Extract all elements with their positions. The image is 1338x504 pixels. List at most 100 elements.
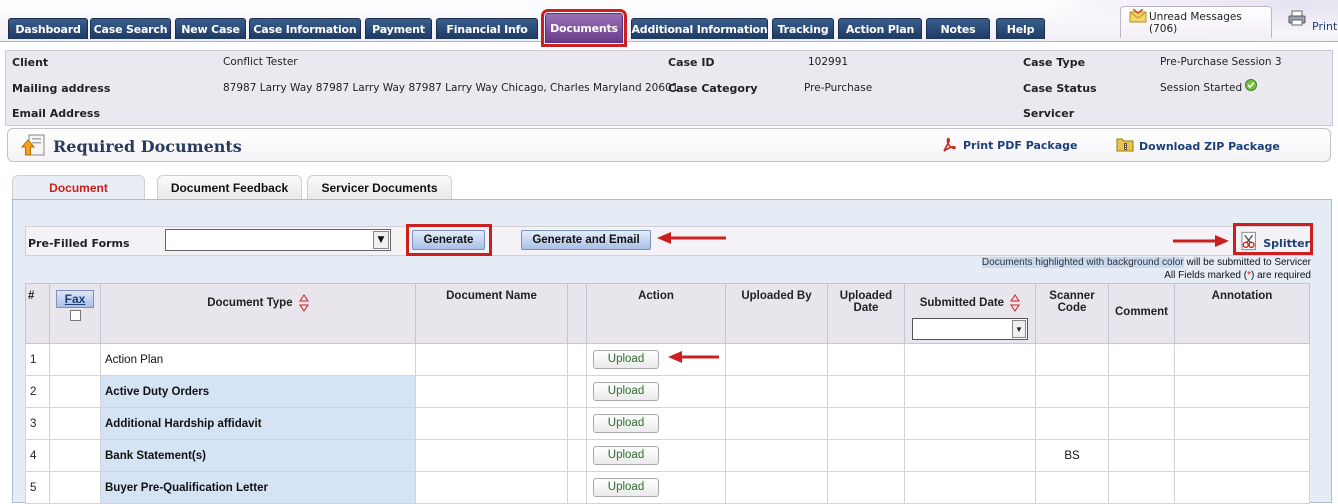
row-comment bbox=[1108, 375, 1175, 408]
servicer-highlight-note: Documents highlighted with background co… bbox=[981, 257, 1311, 268]
row-fax-cell bbox=[49, 343, 101, 376]
case-id-label: Case ID bbox=[668, 56, 715, 69]
submitted-date-sort-icon[interactable] bbox=[1010, 294, 1021, 312]
unread-messages-tab[interactable]: Unread Messages (706) bbox=[1120, 6, 1272, 38]
print-link[interactable]: Print bbox=[1288, 10, 1337, 33]
table-row: 2 Active Duty Orders Upload bbox=[25, 375, 1310, 408]
nav-tab-tracking[interactable]: Tracking bbox=[772, 18, 834, 39]
nav-tab-new-case[interactable]: New Case bbox=[175, 18, 246, 39]
annotation-highlight-generate bbox=[406, 224, 492, 256]
row-fax-cell bbox=[49, 375, 101, 408]
row-annotation bbox=[1174, 343, 1310, 376]
submitted-date-header-label: Submitted Date bbox=[919, 297, 1005, 310]
download-zip-package-link[interactable]: Download ZIP Package bbox=[1116, 135, 1280, 153]
column-header-fax[interactable]: Fax bbox=[49, 283, 101, 344]
column-header-action: Action bbox=[586, 283, 726, 344]
chevron-down-icon[interactable]: ▼ bbox=[1012, 320, 1026, 338]
status-check-icon bbox=[1245, 79, 1258, 91]
print-pdf-package-label[interactable]: Print PDF Package bbox=[963, 139, 1078, 152]
row-fax-cell bbox=[49, 471, 101, 504]
email-address-label: Email Address bbox=[12, 107, 101, 120]
row-annotation bbox=[1174, 407, 1310, 440]
upload-button[interactable]: Upload bbox=[593, 350, 659, 369]
row-uploaded-by bbox=[725, 375, 828, 408]
nav-tab-case-information[interactable]: Case Information bbox=[249, 18, 361, 39]
nav-tab-case-search[interactable]: Case Search bbox=[90, 18, 171, 39]
row-document-name bbox=[415, 439, 568, 472]
upload-button[interactable]: Upload bbox=[593, 382, 659, 401]
required-fields-note: All Fields marked (*) are required bbox=[1164, 270, 1311, 281]
mail-icon bbox=[1129, 9, 1147, 23]
table-row: 4 Bank Statement(s) Upload BS bbox=[25, 439, 1310, 472]
row-uploaded-by bbox=[725, 407, 828, 440]
column-header-document-type[interactable]: Document Type bbox=[100, 283, 416, 344]
case-status-value: Session Started bbox=[1160, 79, 1258, 94]
highlight-legend: Documents highlighted with background co… bbox=[981, 257, 1184, 268]
table-header-row: # Fax Document Type Document Name Action bbox=[25, 283, 1310, 344]
generate-and-email-button[interactable]: Generate and Email bbox=[521, 230, 651, 250]
pre-filled-forms-label: Pre-Filled Forms bbox=[28, 237, 130, 250]
row-uploaded-by bbox=[725, 343, 828, 376]
nav-tab-financial-info[interactable]: Financial Info bbox=[436, 18, 538, 39]
nav-tab-documents[interactable]: Documents bbox=[541, 9, 627, 47]
column-header-number: # bbox=[25, 283, 50, 344]
chevron-down-icon[interactable]: ▼ bbox=[373, 231, 389, 249]
page-title: Required Documents bbox=[53, 137, 242, 156]
nav-tab-help[interactable]: Help bbox=[996, 18, 1045, 39]
nav-tab-payment[interactable]: Payment bbox=[365, 18, 432, 39]
row-fax-cell bbox=[49, 439, 101, 472]
case-status-text: Session Started bbox=[1160, 82, 1243, 94]
row-scanner-code: BS bbox=[1035, 439, 1109, 472]
row-document-type: Additional Hardship affidavit bbox=[100, 407, 416, 440]
row-number: 1 bbox=[25, 343, 50, 376]
row-submitted-date bbox=[904, 375, 1036, 408]
row-submitted-date bbox=[904, 343, 1036, 376]
row-document-name bbox=[415, 343, 568, 376]
nav-tab-notes[interactable]: Notes bbox=[926, 18, 990, 39]
required-note-post: ) are required bbox=[1250, 270, 1311, 281]
tab-document-feedback[interactable]: Document Feedback bbox=[157, 175, 302, 200]
row-number: 2 bbox=[25, 375, 50, 408]
row-document-type: Active Duty Orders bbox=[100, 375, 416, 408]
fax-header-link[interactable]: Fax bbox=[65, 292, 86, 306]
upload-button[interactable]: Upload bbox=[593, 478, 659, 497]
print-label[interactable]: Print bbox=[1312, 20, 1337, 33]
row-uploaded-date bbox=[827, 407, 905, 440]
submitted-date-filter-select[interactable]: ▼ bbox=[912, 318, 1028, 340]
row-spacer bbox=[567, 439, 587, 472]
sort-icon[interactable] bbox=[298, 294, 309, 312]
row-document-name bbox=[415, 471, 568, 504]
fax-header-button[interactable]: Fax bbox=[56, 290, 94, 308]
annotation-arrow-upload-icon bbox=[668, 351, 719, 363]
column-header-document-name: Document Name bbox=[415, 283, 568, 344]
annotation-highlight-splitter bbox=[1233, 223, 1313, 255]
row-comment bbox=[1108, 439, 1175, 472]
upload-button[interactable]: Upload bbox=[593, 446, 659, 465]
column-header-annotation: Annotation bbox=[1174, 283, 1310, 344]
case-status-label: Case Status bbox=[1023, 82, 1097, 95]
sort-up-down-icon[interactable] bbox=[1010, 294, 1021, 312]
row-uploaded-date bbox=[827, 343, 905, 376]
annotation-arrow-right-icon bbox=[1173, 235, 1229, 247]
table-row: 3 Additional Hardship affidavit Upload bbox=[25, 407, 1310, 440]
row-annotation bbox=[1174, 471, 1310, 504]
column-header-submitted-date[interactable]: Submitted Date ▼ bbox=[904, 283, 1036, 344]
nav-tab-dashboard[interactable]: Dashboard bbox=[8, 18, 88, 39]
download-zip-package-label[interactable]: Download ZIP Package bbox=[1139, 140, 1280, 153]
documents-upload-icon bbox=[20, 134, 45, 156]
row-spacer bbox=[567, 407, 587, 440]
nav-tab-additional-information[interactable]: Additional Information bbox=[631, 18, 768, 39]
tab-servicer-documents[interactable]: Servicer Documents bbox=[307, 175, 452, 200]
print-pdf-package-link[interactable]: Print PDF Package bbox=[941, 137, 1078, 153]
row-number: 4 bbox=[25, 439, 50, 472]
nav-tab-action-plan[interactable]: Action Plan bbox=[838, 18, 922, 39]
table-row: 5 Buyer Pre-Qualification Letter Upload bbox=[25, 471, 1310, 504]
upload-button[interactable]: Upload bbox=[593, 414, 659, 433]
pre-filled-forms-select[interactable]: ▼ bbox=[165, 229, 391, 251]
row-submitted-date bbox=[904, 471, 1036, 504]
sort-up-down-icon[interactable] bbox=[298, 294, 309, 312]
tab-document[interactable]: Document bbox=[12, 175, 145, 200]
row-document-name bbox=[415, 407, 568, 440]
fax-select-all-checkbox[interactable] bbox=[69, 310, 81, 321]
case-id-value: 102991 bbox=[808, 56, 849, 68]
